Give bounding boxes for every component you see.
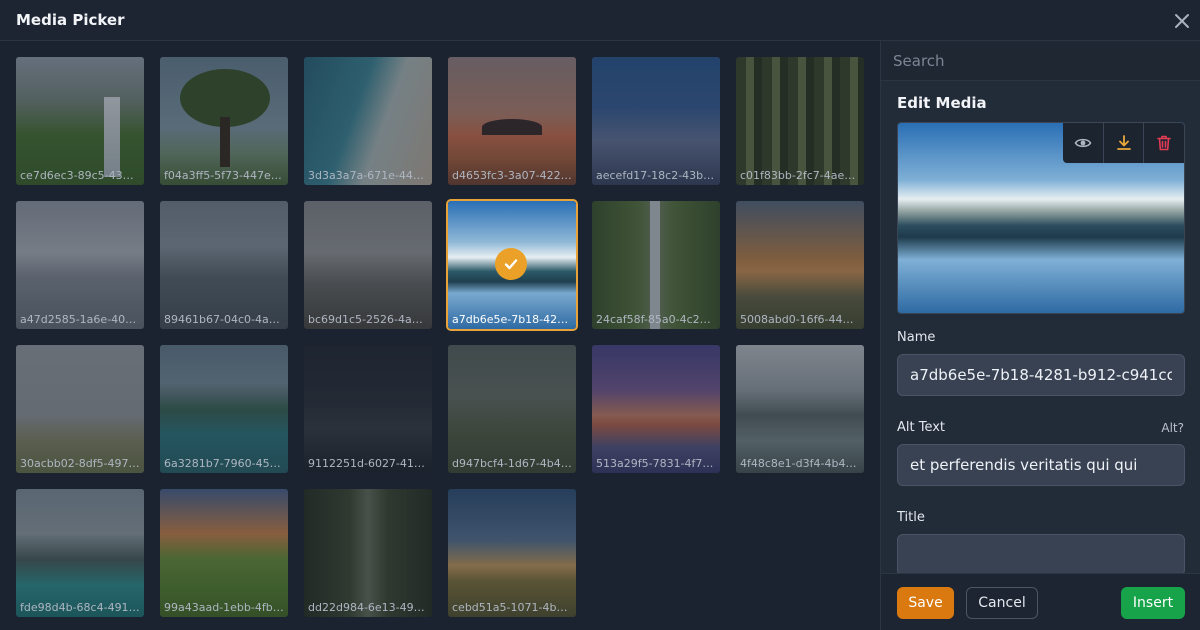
media-tile[interactable]: 513a29f5-7831-4f7c-a6d2-9e1b5c8f3a24: [592, 345, 720, 473]
media-tile[interactable]: bc69d1c5-2526-4a3b-8e1f-9d7c2b6a4e31: [304, 201, 432, 329]
media-caption: 89461b67-04c0-4a1e-9d2b-7c5f3e8a1b04: [164, 313, 284, 326]
media-caption: 513a29f5-7831-4f7c-a6d2-9e1b5c8f3a24: [596, 457, 716, 470]
media-tile[interactable]: 9112251d-6027-41d3-9a5e-7b2c8f1d4e09: [304, 345, 432, 473]
media-caption: aecefd17-18c2-43ba-9f6e-3a1d5c8b2e47: [596, 169, 716, 182]
media-tile[interactable]: a47d2585-1a6e-4091-b7c2-8e3f1a5d9c62: [16, 201, 144, 329]
media-tile[interactable]: aecefd17-18c2-43ba-9f6e-3a1d5c8b2e47: [592, 57, 720, 185]
download-icon[interactable]: [1102, 123, 1144, 163]
alt-help-link[interactable]: Alt?: [1161, 421, 1184, 435]
media-caption: d947bcf4-1d67-4b49-8e2a-6c5f3d1b9a72: [452, 457, 572, 470]
edit-media-heading: Edit Media: [897, 94, 987, 112]
header: Media Picker: [0, 0, 1200, 41]
trash-icon[interactable]: [1143, 123, 1184, 163]
media-caption: f04a3ff5-5f73-447e-9c1a-2b8d8a3e6c40: [164, 169, 284, 182]
search-input[interactable]: [881, 41, 1200, 81]
media-caption: 30acbb02-8df5-4971-b2e6-1c9a4f7d3e58: [20, 457, 140, 470]
name-field[interactable]: [897, 354, 1185, 396]
media-tile[interactable]: 89461b67-04c0-4a1e-9d2b-7c5f3e8a1b04: [160, 201, 288, 329]
check-icon: [495, 248, 527, 280]
media-caption: 9112251d-6027-41d3-9a5e-7b2c8f1d4e09: [308, 457, 428, 470]
title-label: Title: [897, 510, 925, 525]
media-caption: bc69d1c5-2526-4a3b-8e1f-9d7c2b6a4e31: [308, 313, 428, 326]
media-caption: ce7d6ec3-89c5-4343-bd70-1f3b0c7e2a11: [20, 169, 140, 182]
media-tile[interactable]: fde98d4b-68c4-4912-b5a3-8d2e7c1f6a05: [16, 489, 144, 617]
media-tile[interactable]: 3d3a3a7a-671e-4402-8b6d-5c2e1f8a9d70: [304, 57, 432, 185]
media-tile[interactable]: 99a43aad-1ebb-4fb2-9e6c-3a5d8f2b1c47: [160, 489, 288, 617]
media-tile[interactable]: 6a3281b7-7960-45a2-8c3d-5e1f9b2a7c66: [160, 345, 288, 473]
alt-text-field[interactable]: [897, 444, 1185, 486]
close-icon[interactable]: [1171, 10, 1193, 32]
media-caption: 4f48c8e1-d3f4-4b40-9c7e-2a6d1f5b8e93: [740, 457, 860, 470]
media-caption: 6a3281b7-7960-45a2-8c3d-5e1f9b2a7c66: [164, 457, 284, 470]
media-caption: cebd51a5-1071-4ba3-8f1e-6d2c9a5b7e14: [452, 601, 572, 614]
media-tile[interactable]: cebd51a5-1071-4ba3-8f1e-6d2c9a5b7e14: [448, 489, 576, 617]
media-tile[interactable]: a7db6e5e-7b18-4281-b912-c941cce0a2f6: [446, 199, 578, 331]
media-tile[interactable]: 5008abd0-16f6-4429-a3c1-2e8b7f5d9c40: [736, 201, 864, 329]
eye-icon[interactable]: [1063, 123, 1103, 163]
page-title: Media Picker: [16, 11, 125, 29]
media-tile[interactable]: ce7d6ec3-89c5-4343-bd70-1f3b0c7e2a11: [16, 57, 144, 185]
media-caption: c01f83bb-2fc7-4ae1-8d3b-6f2a9c1e4b55: [740, 169, 860, 182]
media-tile[interactable]: 4f48c8e1-d3f4-4b40-9c7e-2a6d1f5b8e93: [736, 345, 864, 473]
media-caption: a7db6e5e-7b18-4281-b912-c941cce0a2f6: [452, 313, 572, 326]
name-label: Name: [897, 330, 936, 345]
save-button[interactable]: Save: [897, 587, 954, 619]
media-tile[interactable]: 24caf58f-85a0-4c2d-9b1e-3f6a8d2c5e17: [592, 201, 720, 329]
media-tile[interactable]: dd22d984-6e13-4961-a2d7-5c9b3e1f8a36: [304, 489, 432, 617]
preview-toolbar: [1063, 123, 1184, 163]
media-caption: dd22d984-6e13-4961-a2d7-5c9b3e1f8a36: [308, 601, 428, 614]
panel-footer: Save Cancel Insert: [881, 573, 1200, 630]
media-caption: fde98d4b-68c4-4912-b5a3-8d2e7c1f6a05: [20, 601, 140, 614]
media-tile[interactable]: 30acbb02-8df5-4971-b2e6-1c9a4f7d3e58: [16, 345, 144, 473]
media-tile[interactable]: d947bcf4-1d67-4b49-8e2a-6c5f3d1b9a72: [448, 345, 576, 473]
media-caption: 24caf58f-85a0-4c2d-9b1e-3f6a8d2c5e17: [596, 313, 716, 326]
media-caption: 5008abd0-16f6-4429-a3c1-2e8b7f5d9c40: [740, 313, 860, 326]
media-caption: 99a43aad-1ebb-4fb2-9e6c-3a5d8f2b1c47: [164, 601, 284, 614]
title-field[interactable]: [897, 534, 1185, 576]
media-caption: 3d3a3a7a-671e-4402-8b6d-5c2e1f8a9d70: [308, 169, 428, 182]
insert-button[interactable]: Insert: [1121, 587, 1185, 619]
media-caption: a47d2585-1a6e-4091-b7c2-8e3f1a5d9c62: [20, 313, 140, 326]
media-grid: ce7d6ec3-89c5-4343-bd70-1f3b0c7e2a11 f04…: [0, 41, 880, 630]
media-tile[interactable]: c01f83bb-2fc7-4ae1-8d3b-6f2a9c1e4b55: [736, 57, 864, 185]
media-caption: d4653fc3-3a07-4227-a1c5-7e9b2d4f6a18: [452, 169, 572, 182]
edit-panel: Edit Media Name Alt Text Alt? Title Save…: [880, 41, 1200, 630]
cancel-button[interactable]: Cancel: [966, 587, 1038, 619]
alt-text-label: Alt Text: [897, 420, 946, 435]
media-tile[interactable]: f04a3ff5-5f73-447e-9c1a-2b8d8a3e6c40: [160, 57, 288, 185]
media-preview: [897, 122, 1185, 314]
media-tile[interactable]: d4653fc3-3a07-4227-a1c5-7e9b2d4f6a18: [448, 57, 576, 185]
